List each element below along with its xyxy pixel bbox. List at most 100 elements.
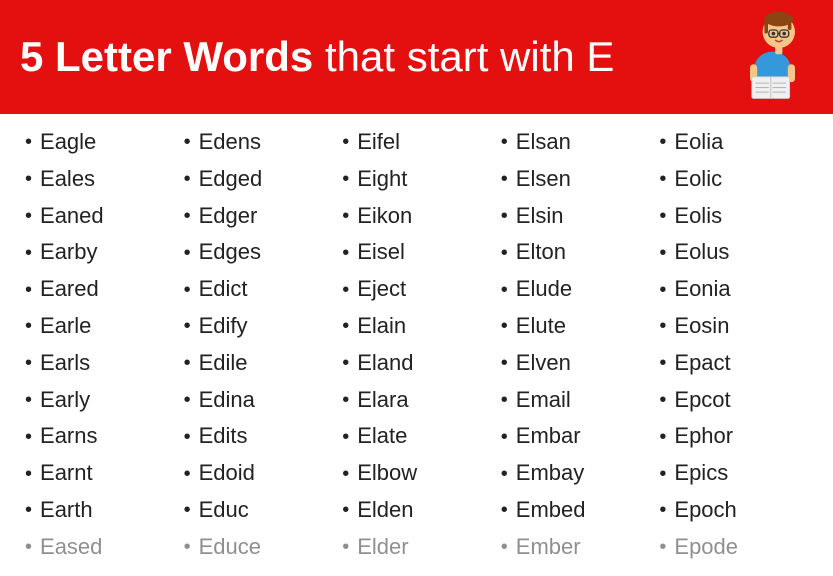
- word-text: Epact: [674, 348, 730, 379]
- word-text: Edged: [199, 164, 263, 195]
- mascot-icon: [723, 12, 813, 102]
- bullet-icon: •: [184, 128, 191, 156]
- word-column-4: •Elsan•Elsen•Elsin•Elton•Elude•Elute•Elv…: [496, 124, 655, 566]
- list-item: • Elton: [501, 234, 650, 271]
- word-text: Elsen: [516, 164, 571, 195]
- word-text: Epode: [674, 532, 738, 563]
- bullet-icon: •: [501, 276, 508, 304]
- list-item: •Edina: [184, 382, 333, 419]
- list-item: •Edict: [184, 271, 333, 308]
- word-text: Eland: [357, 348, 413, 379]
- word-text: Elain: [357, 311, 406, 342]
- bullet-icon: •: [184, 312, 191, 340]
- bullet-icon: •: [659, 386, 666, 414]
- bullet-icon: •: [342, 165, 349, 193]
- list-item: • Edged: [184, 161, 333, 198]
- bullet-icon: •: [342, 349, 349, 377]
- list-item: • Eject: [342, 271, 491, 308]
- list-item: •Earby: [25, 234, 174, 271]
- bullet-icon: •: [342, 312, 349, 340]
- word-text: Edict: [199, 274, 248, 305]
- bullet-icon: •: [25, 533, 32, 561]
- list-item: •Earnt: [25, 455, 174, 492]
- bullet-icon: •: [342, 423, 349, 451]
- list-item: • Elara: [342, 382, 491, 419]
- word-text: Elate: [357, 421, 407, 452]
- list-item: • Elbow: [342, 455, 491, 492]
- word-text: Edges: [199, 237, 261, 268]
- word-text: Eject: [357, 274, 406, 305]
- word-text: Elbow: [357, 458, 417, 489]
- word-text: Elute: [516, 311, 566, 342]
- list-item: •Elsin: [501, 198, 650, 235]
- word-column-2: •Edens•Edged•Edger•Edges•Edict•Edify•Edi…: [179, 124, 338, 566]
- bullet-icon: •: [25, 460, 32, 488]
- bullet-icon: •: [659, 128, 666, 156]
- list-item: •Epics: [659, 455, 808, 492]
- word-text: Eagle: [40, 127, 96, 158]
- list-item: •Epode: [659, 529, 808, 566]
- word-text: Eaned: [40, 201, 104, 232]
- list-item: •Eisel: [342, 234, 491, 271]
- word-text: Eolic: [674, 164, 722, 195]
- list-item: •Eight: [342, 161, 491, 198]
- bullet-icon: •: [659, 349, 666, 377]
- bullet-icon: •: [501, 312, 508, 340]
- list-item: •Eolis: [659, 198, 808, 235]
- list-item: •Earls: [25, 345, 174, 382]
- word-text: Edina: [199, 385, 255, 416]
- bullet-icon: •: [501, 386, 508, 414]
- bullet-icon: •: [25, 496, 32, 524]
- word-list-content: •Eagle•Eales•Eaned•Earby•Eared•Earle•Ear…: [0, 114, 833, 576]
- bullet-icon: •: [184, 460, 191, 488]
- word-text: Eolus: [674, 237, 729, 268]
- word-text: Earle: [40, 311, 91, 342]
- word-text: Eales: [40, 164, 95, 195]
- list-item: • Epact: [659, 345, 808, 382]
- bullet-icon: •: [342, 276, 349, 304]
- word-text: Early: [40, 385, 90, 416]
- word-text: Edger: [199, 201, 258, 232]
- bullet-icon: •: [25, 312, 32, 340]
- bullet-icon: •: [659, 312, 666, 340]
- list-item: •Eosin: [659, 308, 808, 345]
- list-item: •Edger: [184, 198, 333, 235]
- bullet-icon: •: [501, 460, 508, 488]
- bullet-icon: •: [659, 202, 666, 230]
- bullet-icon: •: [659, 496, 666, 524]
- word-text: Email: [516, 385, 571, 416]
- bullet-icon: •: [184, 349, 191, 377]
- list-item: •Edits: [184, 418, 333, 455]
- bullet-icon: •: [501, 533, 508, 561]
- list-item: •Eolic: [659, 161, 808, 198]
- list-item: •Eales: [25, 161, 174, 198]
- bullet-icon: •: [25, 386, 32, 414]
- bullet-icon: •: [501, 128, 508, 156]
- bullet-icon: •: [184, 165, 191, 193]
- word-text: Epics: [674, 458, 728, 489]
- bullet-icon: •: [659, 423, 666, 451]
- word-text: Embar: [516, 421, 581, 452]
- bullet-icon: •: [342, 128, 349, 156]
- header-title: 5 Letter Words that start with E: [20, 34, 614, 80]
- bullet-icon: •: [25, 423, 32, 451]
- list-item: •Eared: [25, 271, 174, 308]
- word-text: Elton: [516, 237, 566, 268]
- list-item: •Edify: [184, 308, 333, 345]
- word-text: Elara: [357, 385, 408, 416]
- word-column-3: •Eifel•Eight•Eikon•Eisel•Eject•Elain•Ela…: [337, 124, 496, 566]
- bullet-icon: •: [342, 460, 349, 488]
- word-column-5: •Eolia•Eolic•Eolis•Eolus•Eonia•Eosin•Epa…: [654, 124, 813, 566]
- bullet-icon: •: [25, 239, 32, 267]
- list-item: • Early: [25, 382, 174, 419]
- list-item: •Educ: [184, 492, 333, 529]
- bullet-icon: •: [342, 239, 349, 267]
- list-item: •Epoch: [659, 492, 808, 529]
- bullet-icon: •: [501, 165, 508, 193]
- list-item: •Earth: [25, 492, 174, 529]
- word-text: Eased: [40, 532, 102, 563]
- word-text: Edens: [199, 127, 261, 158]
- bullet-icon: •: [501, 239, 508, 267]
- bullet-icon: •: [342, 386, 349, 414]
- bullet-icon: •: [659, 276, 666, 304]
